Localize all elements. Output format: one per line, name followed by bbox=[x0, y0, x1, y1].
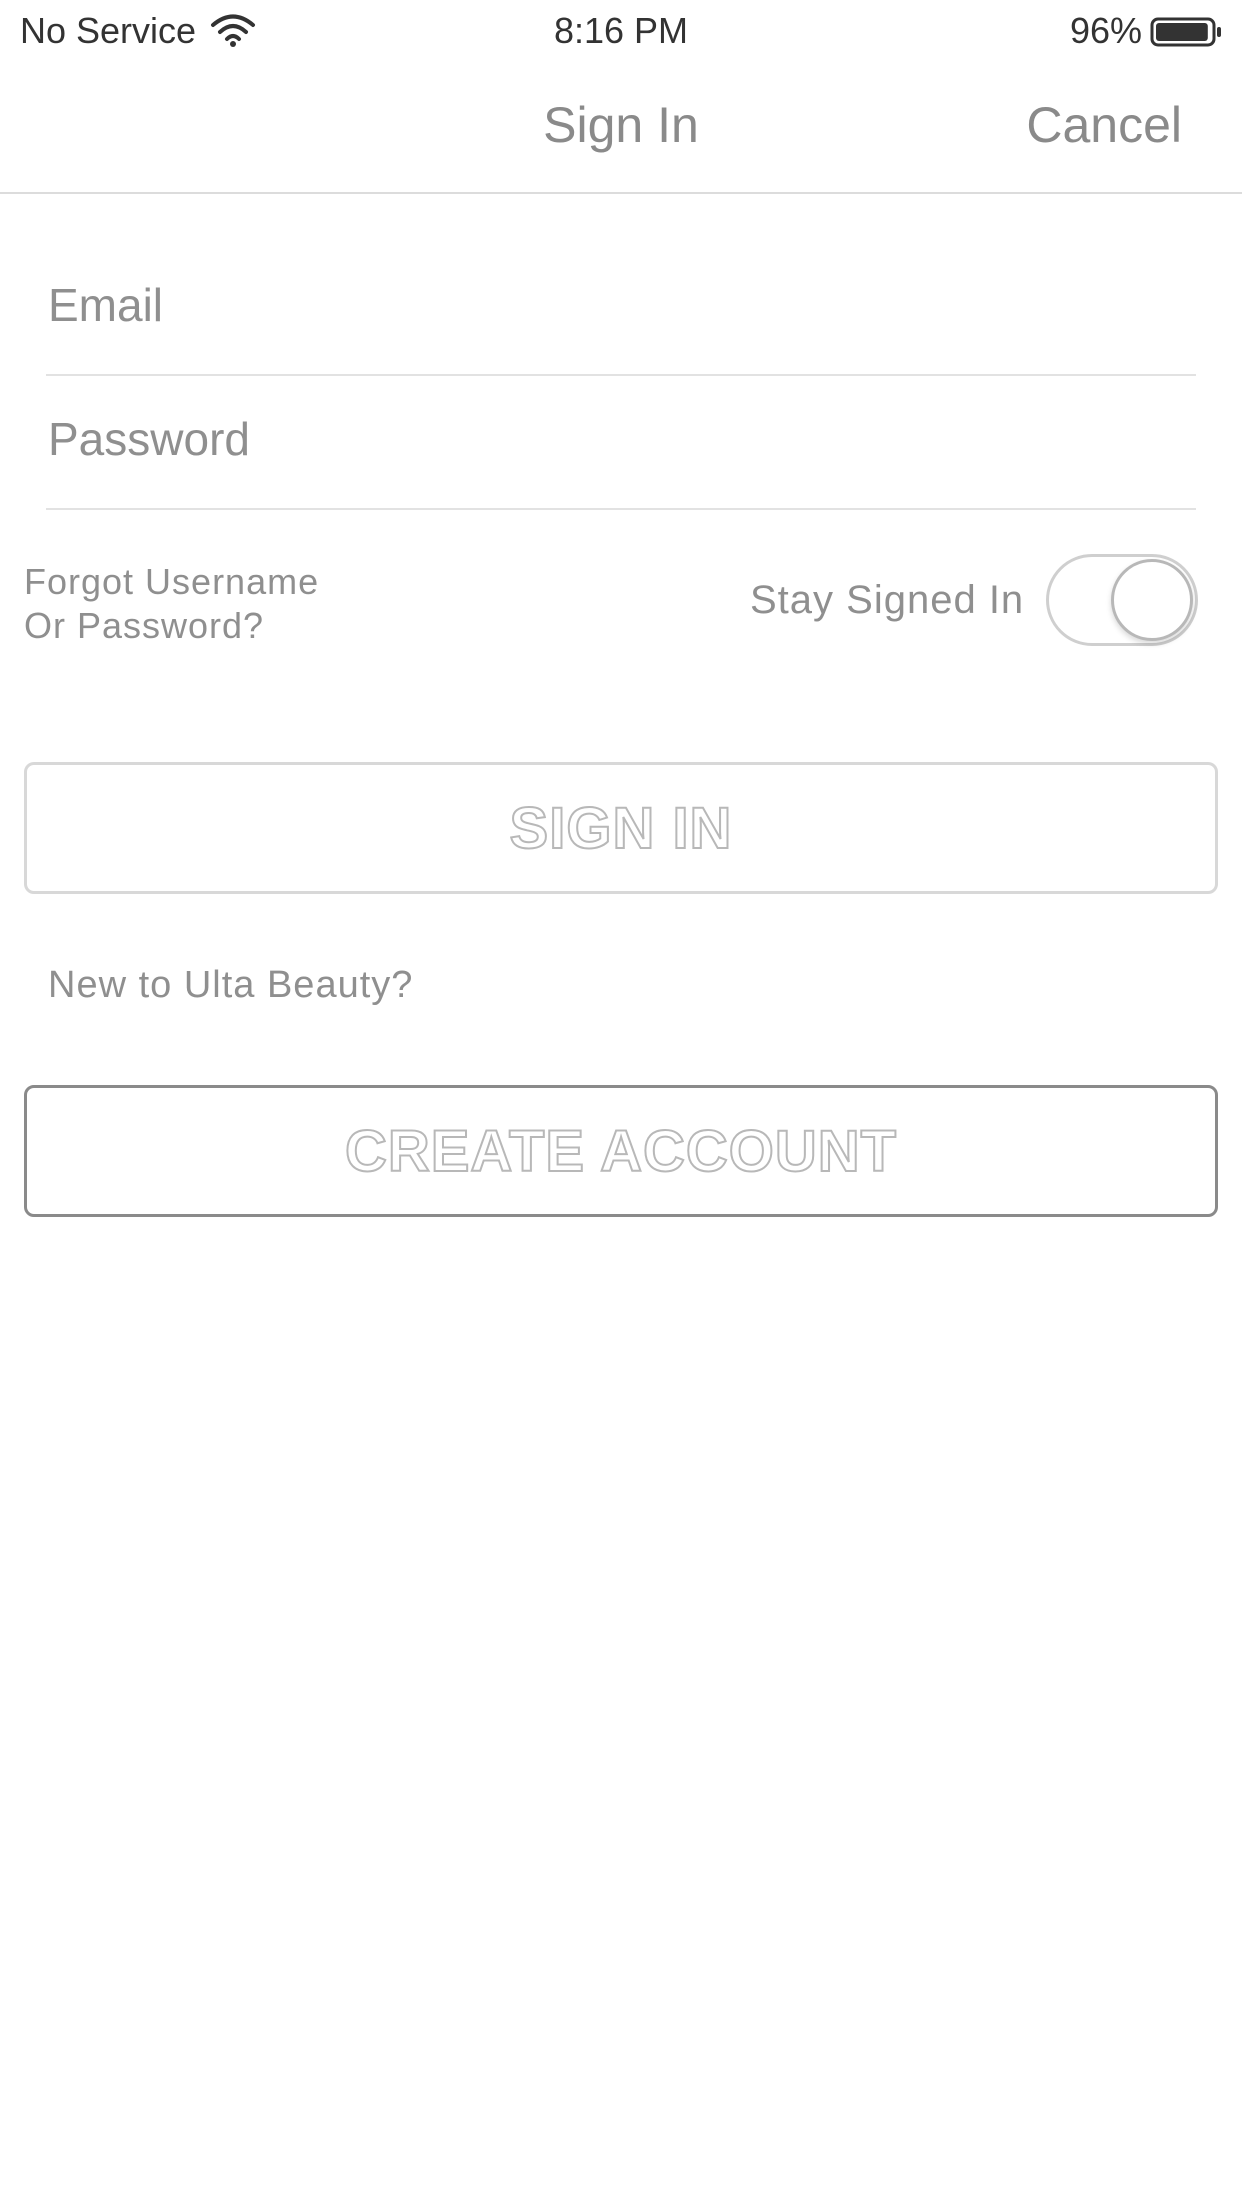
sign-in-button[interactable]: SIGN IN bbox=[24, 762, 1218, 894]
stay-signed-in-label: Stay Signed In bbox=[750, 578, 1025, 622]
stay-signed-in-toggle[interactable] bbox=[1046, 554, 1198, 646]
battery-icon bbox=[1150, 15, 1224, 47]
forgot-line-1: Forgot Username bbox=[24, 561, 320, 602]
new-customer-text: New to Ulta Beauty? bbox=[48, 964, 414, 1006]
battery-percent: 96% bbox=[1069, 10, 1142, 51]
password-field[interactable] bbox=[48, 374, 1188, 504]
status-time: 8:16 PM bbox=[553, 10, 689, 51]
toggle-knob bbox=[1111, 559, 1193, 641]
status-bar: No Service 8:16 PM 96% bbox=[0, 0, 1242, 62]
forgot-credentials-link[interactable]: Forgot Username Or Password? bbox=[24, 560, 319, 648]
nav-bar: Sign In Cancel bbox=[0, 62, 1242, 194]
create-account-button[interactable]: CREATE ACCOUNT bbox=[24, 1085, 1218, 1217]
email-field[interactable] bbox=[48, 240, 1188, 370]
password-field-container bbox=[46, 374, 1196, 510]
email-field-container bbox=[46, 240, 1196, 376]
cancel-button[interactable]: Cancel bbox=[1026, 96, 1182, 154]
status-right: 96% bbox=[1070, 10, 1224, 52]
forgot-line-2: Or Password? bbox=[24, 605, 265, 646]
